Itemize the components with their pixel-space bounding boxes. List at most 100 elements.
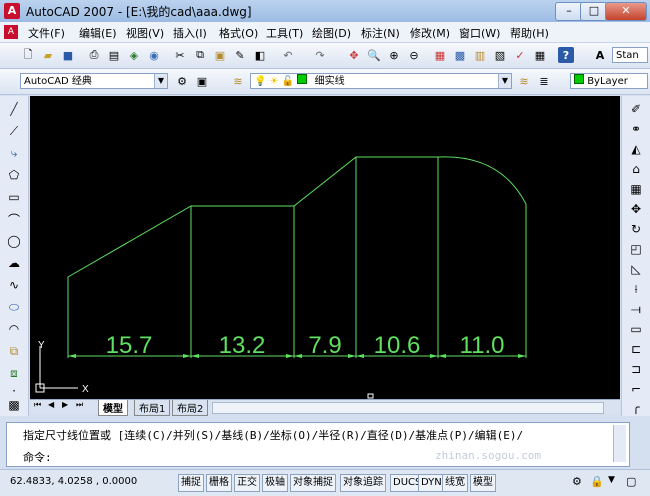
insert-block-icon[interactable]: ⧉ [5,342,23,360]
pan-icon[interactable]: ✥ [346,47,362,63]
lineweight-toggle[interactable]: 线宽 [442,474,468,492]
rotate-icon[interactable]: ↻ [627,220,645,238]
save-icon[interactable]: ■ [60,47,76,63]
open-icon[interactable]: ▰ [40,47,56,63]
rectangle-icon[interactable]: ▭ [5,188,23,206]
chamfer-icon[interactable]: ⌐ [627,380,645,398]
arc-icon[interactable]: ⌒ [5,210,23,228]
last-tab-icon[interactable]: ⏭ [76,400,83,410]
communication-center-icon[interactable]: ⚙ [572,475,582,488]
extend-icon[interactable]: ⟞ [627,300,645,318]
revision-cloud-icon[interactable]: ☁ [5,254,23,272]
make-block-icon[interactable]: ⧈ [5,364,23,382]
command-scrollbar[interactable] [613,425,626,462]
workspace-select[interactable]: AutoCAD 经典 ▼ [20,73,168,89]
properties-icon[interactable]: ▦ [432,47,448,63]
layer-properties-icon[interactable]: ≋ [230,73,246,89]
dyn-toggle[interactable]: DYN [418,474,445,492]
color-select[interactable]: ByLayer [570,73,648,89]
text-style-select[interactable]: Stan [612,47,648,63]
otrack-toggle[interactable]: 对象追踪 [340,474,386,492]
layer-previous-icon[interactable]: ≣ [536,73,552,89]
help-icon[interactable]: ? [558,47,574,63]
break-at-point-icon[interactable]: ▭ [627,320,645,338]
redo-icon[interactable]: ↷ [312,47,328,63]
3dwf-icon[interactable]: ◉ [146,47,162,63]
block-editor-icon[interactable]: ◧ [252,47,268,63]
print-icon[interactable]: ⎙ [86,47,102,63]
offset-icon[interactable]: ⌂ [627,160,645,178]
grid-toggle[interactable]: 栅格 [206,474,232,492]
menu-insert[interactable]: 插入(I) [173,25,207,41]
spline-icon[interactable]: ∿ [5,276,23,294]
menu-tools[interactable]: 工具(T) [266,25,303,41]
undo-icon[interactable]: ↶ [280,47,296,63]
minimize-button[interactable]: – [555,2,583,21]
osnap-toggle[interactable]: 对象捕捉 [290,474,336,492]
mirror-icon[interactable]: ◭ [627,140,645,158]
tool-palettes-icon[interactable]: ▥ [472,47,488,63]
drawing-area[interactable]: 15.7 13.2 7.9 10.6 11.0 Y X [30,96,620,399]
ellipse-arc-icon[interactable]: ◠ [5,320,23,338]
hatch-icon[interactable]: ▩ [5,396,23,414]
stretch-icon[interactable]: ◺ [627,260,645,278]
tab-model[interactable]: 模型 [98,400,128,416]
menu-format[interactable]: 格式(O) [219,25,258,41]
status-menu-icon[interactable]: ▼ [608,475,615,485]
calculator-icon[interactable]: ▦ [532,47,548,63]
tab-layout2[interactable]: 布局2 [172,400,209,416]
fillet-icon[interactable]: ╭ [627,398,645,416]
model-toggle[interactable]: 模型 [470,474,496,492]
menu-window[interactable]: 窗口(W) [459,25,500,41]
horizontal-scrollbar[interactable] [212,402,604,414]
copy-object-icon[interactable]: ⚭ [627,120,645,138]
menu-modify[interactable]: 修改(M) [410,25,450,41]
next-tab-icon[interactable]: ▶ [62,400,68,409]
zoom-previous-icon[interactable]: ⊖ [406,47,422,63]
zoom-realtime-icon[interactable]: 🔍 [366,47,382,63]
sheet-set-icon[interactable]: ▧ [492,47,508,63]
erase-icon[interactable]: ✐ [627,100,645,118]
copy-icon[interactable]: ⧉ [192,47,208,63]
circle-icon[interactable]: ◯ [5,232,23,250]
match-properties-icon[interactable]: ✎ [232,47,248,63]
first-tab-icon[interactable]: ⏮ [34,400,41,410]
break-icon[interactable]: ⊏ [627,340,645,358]
ellipse-icon[interactable]: ⬭ [5,298,23,316]
join-icon[interactable]: ⊐ [627,360,645,378]
menu-edit[interactable]: 编辑(E) [79,25,117,41]
publish-icon[interactable]: ◈ [126,47,142,63]
my-workspace-icon[interactable]: ▣ [194,73,210,89]
construction-line-icon[interactable]: ⟋ [5,122,23,140]
ortho-toggle[interactable]: 正交 [234,474,260,492]
restore-button[interactable]: □ [580,2,608,21]
polyline-icon[interactable]: ⤷ [5,144,23,162]
paste-icon[interactable]: ▣ [212,47,228,63]
markup-icon[interactable]: ✓ [512,47,528,63]
make-current-layer-icon[interactable]: ≋ [516,73,532,89]
close-button[interactable]: ✕ [605,2,647,21]
polygon-icon[interactable]: ⬠ [5,166,23,184]
menu-draw[interactable]: 绘图(D) [312,25,351,41]
tab-layout1[interactable]: 布局1 [134,400,171,416]
plot-preview-icon[interactable]: ▤ [106,47,122,63]
zoom-window-icon[interactable]: ⊕ [386,47,402,63]
layer-select[interactable]: 💡 ☀ 🔓 细实线 ▼ [250,73,512,89]
array-icon[interactable]: ▦ [627,180,645,198]
new-icon[interactable]: 🗋 [20,47,36,63]
lock-toolbar-icon[interactable]: 🔒 [590,475,604,488]
menu-view[interactable]: 视图(V) [126,25,164,41]
polar-toggle[interactable]: 极轴 [262,474,288,492]
scale-icon[interactable]: ◰ [627,240,645,258]
snap-toggle[interactable]: 捕捉 [178,474,204,492]
trim-icon[interactable]: ⟊ [627,280,645,298]
menu-dimension[interactable]: 标注(N) [361,25,400,41]
cut-icon[interactable]: ✂ [172,47,188,63]
line-icon[interactable]: ╱ [5,100,23,118]
document-icon[interactable]: A [4,25,18,39]
clean-screen-icon[interactable]: ▢ [626,475,636,488]
text-style-icon[interactable]: A [592,47,608,63]
menu-help[interactable]: 帮助(H) [510,25,549,41]
workspace-settings-icon[interactable]: ⚙ [174,73,190,89]
move-icon[interactable]: ✥ [627,200,645,218]
